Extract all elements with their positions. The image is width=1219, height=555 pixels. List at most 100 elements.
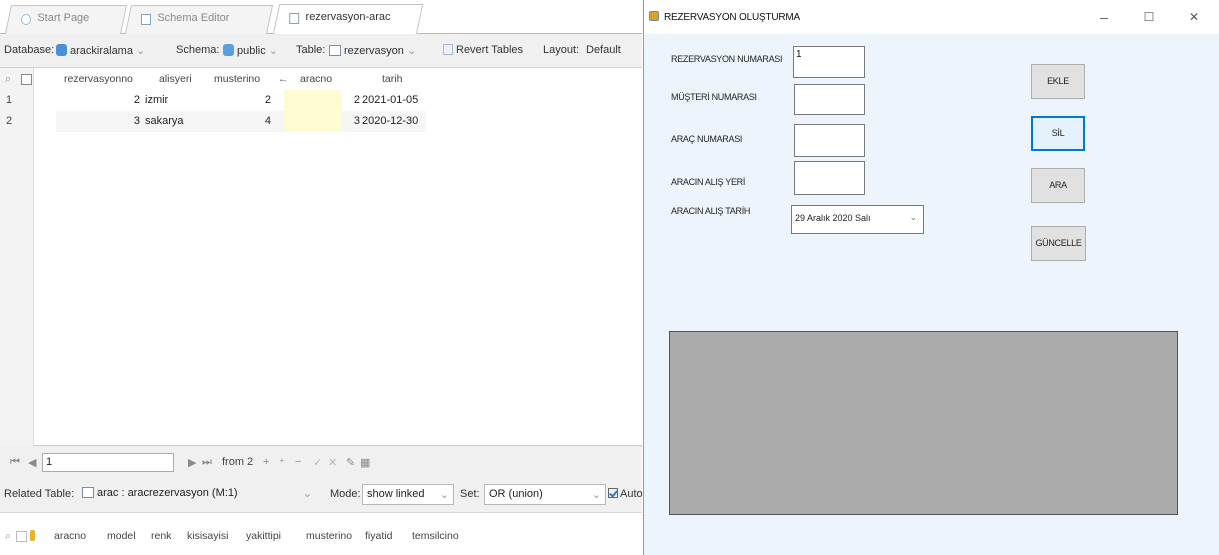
column-header[interactable]: model: [107, 530, 136, 542]
db-tool-panel: Start Page Schema Editor rezervasyon-ara…: [0, 0, 643, 555]
column-header[interactable]: aracno: [54, 530, 86, 542]
last-record-icon[interactable]: ⏭: [202, 456, 212, 469]
schema-value: public: [237, 45, 266, 57]
cell-musterino[interactable]: 4: [244, 115, 271, 127]
table-icon: [82, 487, 94, 498]
set-select[interactable]: OR (union) ⌄: [484, 484, 606, 505]
filter-icon[interactable]: ⌕: [5, 530, 11, 543]
column-header[interactable]: yakittipi: [246, 530, 281, 542]
duplicate-row-icon[interactable]: ⁺: [279, 456, 285, 469]
first-record-icon[interactable]: ⏮: [10, 456, 20, 469]
reservation-window: REZERVASYON OLUŞTURMA – ☐ ✕ REZERVASYON …: [643, 0, 1219, 555]
rezervasyon-no-field[interactable]: 1: [793, 46, 865, 78]
schema-label: Schema:: [176, 44, 220, 56]
column-header[interactable]: musterino: [214, 73, 260, 85]
rezervasyon-no-label: REZERVASYON NUMARASI: [671, 54, 783, 64]
set-label: Set:: [460, 488, 480, 500]
delete-row-icon[interactable]: −: [295, 456, 301, 468]
cell-tarih[interactable]: 2021-01-05: [362, 94, 432, 106]
chevron-down-icon[interactable]: ⌄: [909, 212, 917, 223]
table-row[interactable]: 2 3 sakarya 4 3 2020-12-30: [0, 111, 642, 132]
edit-icon[interactable]: ✎: [346, 456, 355, 469]
close-button[interactable]: ✕: [1174, 6, 1214, 28]
column-header[interactable]: fiyatid: [365, 530, 392, 542]
date-value: 29 Aralık 2020 Salı: [795, 213, 871, 223]
chevron-down-icon: ⌄: [302, 488, 312, 500]
ekle-button[interactable]: EKLE: [1031, 64, 1085, 99]
select-all-checkbox[interactable]: [21, 74, 32, 85]
schema-select[interactable]: public ⌄: [223, 44, 278, 57]
chevron-down-icon: ⌄: [439, 489, 449, 501]
auto-checkbox[interactable]: Auto: [608, 488, 643, 500]
related-table-bar: Related Table: arac : aracrezervasyon (M…: [0, 479, 643, 512]
maximize-button[interactable]: ☐: [1129, 6, 1169, 28]
filter-icon[interactable]: ⌕: [5, 73, 11, 86]
datagridview[interactable]: [669, 331, 1178, 515]
table-row[interactable]: 1 2 izmir 2 2 2021-01-05: [0, 90, 642, 111]
record-navigator: ⏮ ◀ 1 ▶ ⏭ from 2 + ⁺ − ✓ ✕ ✎ ▦: [0, 447, 642, 479]
record-number-input[interactable]: 1: [42, 453, 174, 472]
minimize-button[interactable]: –: [1084, 6, 1124, 28]
schema-editor-icon: [141, 14, 151, 25]
cancel-icon[interactable]: ✕: [328, 456, 337, 469]
grid-view-icon[interactable]: ▦: [360, 456, 370, 469]
tab-label: Start Page: [37, 12, 90, 24]
column-header[interactable]: temsilcino: [412, 530, 459, 542]
revert-tables-button[interactable]: Revert Tables: [443, 44, 523, 56]
table-select[interactable]: rezervasyon ⌄: [329, 44, 416, 57]
schema-icon: [223, 44, 234, 56]
tab-schema-editor[interactable]: Schema Editor: [124, 5, 274, 34]
grid-header: ⌕ rezervasyonno alisyeri musterino ← ara…: [0, 68, 642, 89]
prev-record-icon[interactable]: ◀: [28, 456, 36, 469]
layout-label: Layout:: [543, 44, 580, 56]
chevron-down-icon: ⌄: [591, 489, 601, 501]
table-icon: [329, 45, 341, 56]
cell-rezervasyonno[interactable]: 2: [120, 94, 140, 106]
cell-rezervasyonno[interactable]: 3: [120, 115, 140, 127]
layout-select[interactable]: Default: [586, 44, 621, 56]
cell-alisyeri[interactable]: sakarya: [145, 115, 205, 127]
cell-tarih[interactable]: 2020-12-30: [362, 115, 432, 127]
column-header[interactable]: alisyeri: [159, 73, 192, 85]
fk-cell-highlight: [284, 111, 342, 132]
database-select[interactable]: arackiralama ⌄: [56, 44, 145, 57]
cell-alisyeri[interactable]: izmir: [145, 94, 205, 106]
tab-start-page[interactable]: Start Page: [4, 5, 128, 34]
mode-value: show linked: [367, 488, 425, 500]
tab-rezervasyon-arac[interactable]: rezervasyon-arac: [272, 4, 424, 35]
primary-key-icon: [30, 530, 35, 541]
table-icon: [289, 13, 300, 24]
alis-tarih-datepicker[interactable]: 29 Aralık 2020 Salı ⌄: [791, 205, 924, 234]
fk-cell-highlight: [284, 90, 342, 111]
alis-tarih-label: ARACIN ALIŞ TARİH: [671, 206, 751, 216]
arac-no-field[interactable]: [794, 124, 865, 157]
sil-button[interactable]: SİL: [1031, 116, 1085, 151]
add-row-icon[interactable]: +: [263, 456, 269, 468]
row-number: 2: [6, 115, 13, 127]
select-all-checkbox[interactable]: [16, 531, 27, 542]
confirm-icon[interactable]: ✓: [313, 456, 322, 469]
related-table-select[interactable]: arac : aracrezervasyon (M:1) ⌄: [78, 484, 316, 505]
cell-aracno[interactable]: 3: [342, 115, 360, 127]
database-value: arackiralama: [70, 45, 133, 57]
column-header[interactable]: rezervasyonno: [64, 73, 133, 85]
mode-select[interactable]: show linked ⌄: [362, 484, 454, 505]
set-value: OR (union): [489, 488, 543, 500]
guncelle-button[interactable]: GÜNCELLE: [1031, 226, 1086, 261]
musteri-no-field[interactable]: [794, 84, 865, 115]
column-header[interactable]: musterino: [306, 530, 352, 542]
cell-aracno[interactable]: 2: [342, 94, 360, 106]
column-header[interactable]: renk: [151, 530, 171, 542]
column-header[interactable]: aracno: [300, 73, 332, 85]
cell-musterino[interactable]: 2: [244, 94, 271, 106]
ara-button[interactable]: ARA: [1031, 168, 1085, 203]
column-header[interactable]: kisisayisi: [187, 530, 228, 542]
database-label: Database:: [4, 44, 55, 56]
revert-label: Revert Tables: [456, 44, 524, 56]
next-record-icon[interactable]: ▶: [188, 456, 196, 469]
alis-yeri-field[interactable]: [794, 161, 865, 195]
revert-icon: [443, 44, 453, 55]
window-titlebar[interactable]: REZERVASYON OLUŞTURMA – ☐ ✕: [644, 0, 1219, 34]
column-header[interactable]: tarih: [382, 73, 402, 85]
mode-label: Mode:: [330, 488, 361, 500]
